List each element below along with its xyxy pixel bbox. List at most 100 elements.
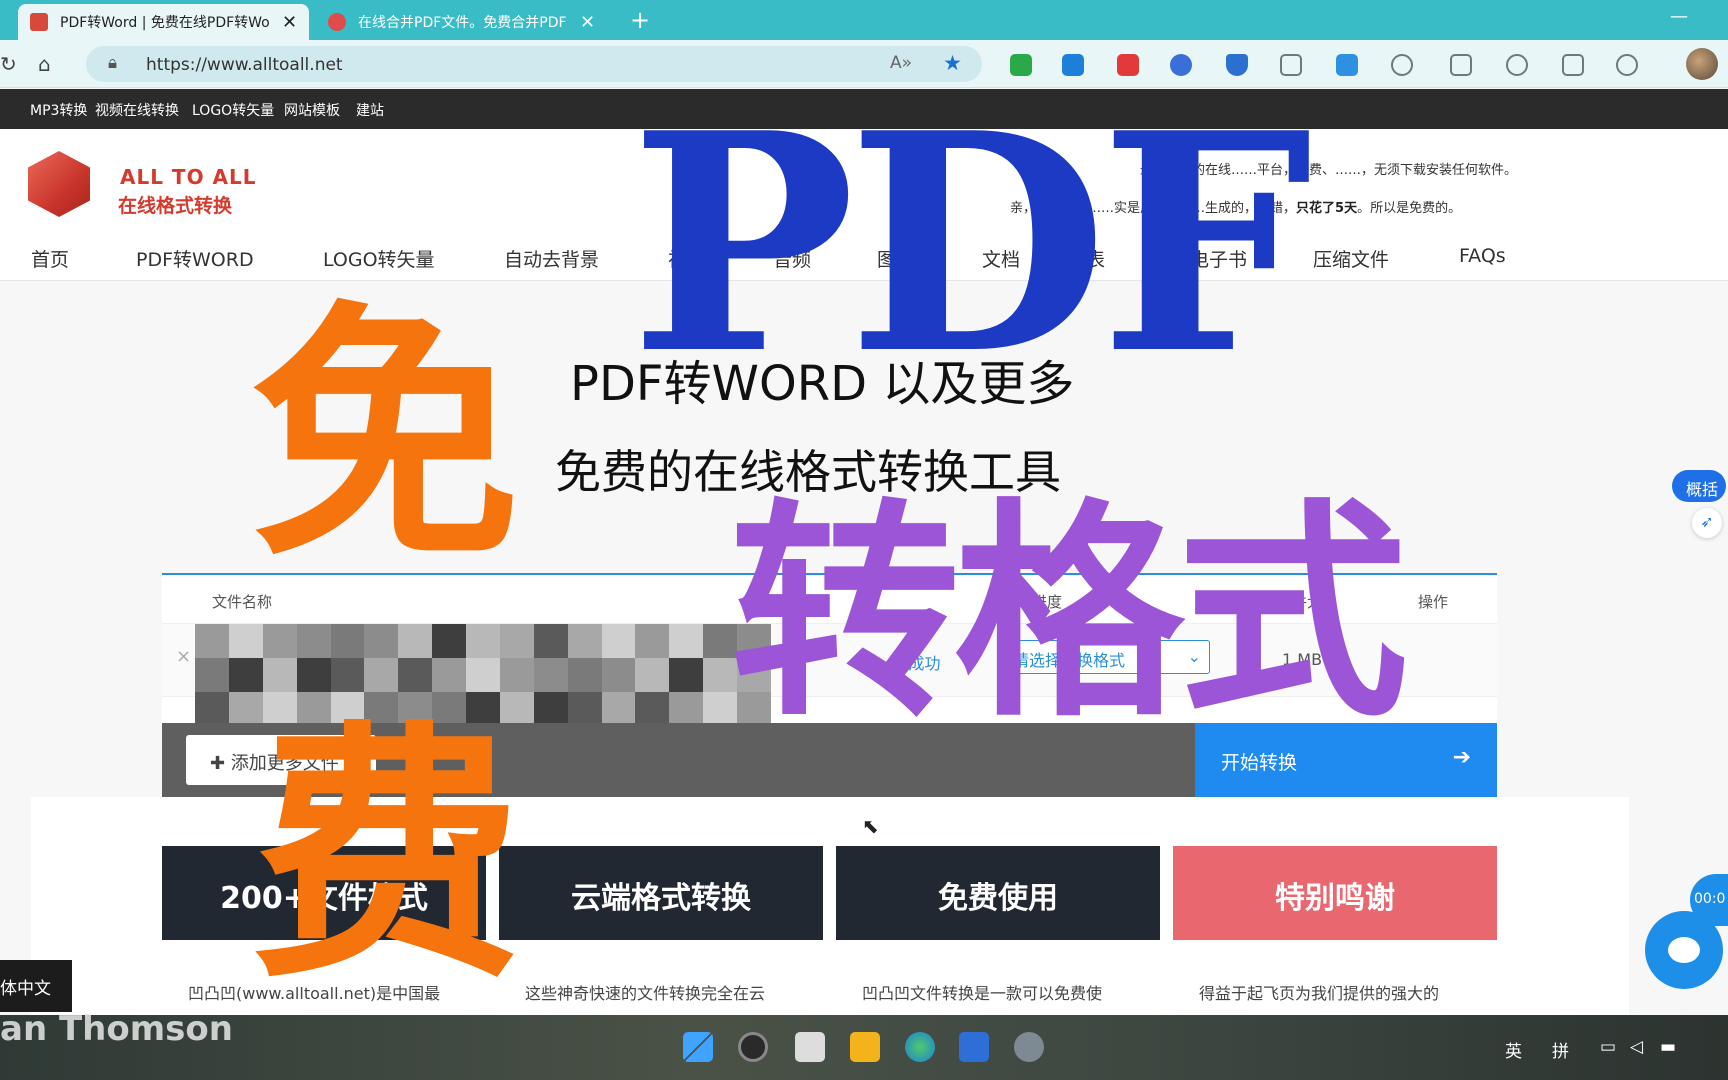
mosaic-cell	[228, 624, 263, 658]
close-tab-icon[interactable]: ✕	[580, 12, 595, 33]
nav-pdf-to-word[interactable]: PDF转WORD	[136, 245, 254, 272]
mosaic-cell	[533, 624, 568, 658]
mosaic-cell	[432, 624, 467, 658]
favorites-icon[interactable]	[1506, 54, 1528, 76]
network-icon[interactable]: ▭	[1600, 1037, 1616, 1057]
mosaic-cell	[635, 692, 670, 726]
logo-cube-icon[interactable]	[28, 151, 90, 217]
link-video[interactable]: 视频在线转换	[95, 100, 179, 120]
refresh-icon[interactable]: ↻	[0, 52, 17, 76]
file-explorer-icon[interactable]	[850, 1032, 880, 1062]
summary-button[interactable]: 概括	[1672, 470, 1726, 502]
card-title: 云端格式转换	[499, 846, 823, 940]
mosaic-cell	[364, 624, 399, 658]
chat-bubble-icon	[1668, 937, 1700, 963]
nav-remove-bg[interactable]: 自动去背景	[504, 245, 599, 272]
mosaic-cell	[499, 658, 534, 692]
mosaic-cell	[601, 624, 636, 658]
mosaic-cell	[398, 624, 433, 658]
mosaic-cell	[296, 658, 331, 692]
battery-icon[interactable]: ▬	[1660, 1037, 1676, 1057]
mosaic-cell	[567, 624, 602, 658]
mosaic-cell	[262, 624, 297, 658]
pdf-favicon-icon	[30, 13, 48, 31]
tab-merge-pdf[interactable]: 在线合并PDF文件。免费合并PDF ✕	[316, 4, 607, 40]
profile-avatar[interactable]	[1686, 48, 1718, 80]
mosaic-cell	[330, 624, 365, 658]
heart-pulse-icon[interactable]	[1616, 54, 1638, 76]
mosaic-cell	[669, 692, 704, 726]
mosaic-cell	[195, 692, 229, 726]
image-icon[interactable]	[1336, 54, 1358, 76]
puzzle-icon[interactable]	[1391, 54, 1413, 76]
arrow-right-icon: ➔	[1452, 745, 1471, 770]
tab-title: PDF转Word | 免费在线PDF转Word	[60, 15, 270, 31]
card-body: 得益于起飞页为我们提供的强大的	[1199, 984, 1440, 1003]
mosaic-cell	[364, 658, 399, 692]
collections-icon[interactable]	[1562, 54, 1584, 76]
nav-archive[interactable]: 压缩文件	[1313, 245, 1389, 272]
minimize-button[interactable]: —	[1670, 6, 1688, 27]
mosaic-cell	[601, 692, 636, 726]
link-build-site[interactable]: 建站	[356, 100, 384, 120]
mosaic-cell	[601, 658, 636, 692]
feature-card-thanks: 特别鸣谢 得益于起飞页为我们提供的强大的	[1173, 846, 1497, 1016]
task-view-icon[interactable]	[795, 1032, 825, 1062]
mosaic-cell	[466, 658, 500, 692]
home-icon[interactable]: ⌂	[38, 52, 51, 76]
taskbar: an Thomson 英 拼 ▭ ◁ ▬	[0, 1009, 1728, 1080]
search-icon[interactable]	[738, 1032, 768, 1062]
mosaic-cell	[398, 658, 433, 692]
mosaic-cell	[669, 624, 704, 658]
rocket-icon[interactable]: ➶	[1692, 508, 1722, 538]
volume-icon[interactable]: ◁	[1630, 1037, 1643, 1057]
mosaic-cell	[330, 658, 365, 692]
mosaic-cell	[195, 624, 229, 658]
card-body: 凹凸凹文件转换是一款可以免费使	[862, 984, 1103, 1003]
overlay-free-char-2: 费	[252, 696, 522, 1014]
logo-text-cn[interactable]: 在线格式转换	[118, 191, 232, 218]
url-text[interactable]: https://www.alltoall.net	[146, 55, 343, 75]
mosaic-cell	[533, 658, 568, 692]
store-icon[interactable]	[959, 1032, 989, 1062]
remove-file-icon[interactable]: ×	[176, 646, 191, 667]
mosaic-cell	[296, 624, 331, 658]
feature-card-free: 免费使用 凹凸凹文件转换是一款可以免费使	[836, 846, 1160, 1016]
mosaic-cell	[432, 658, 467, 692]
edge-icon[interactable]	[905, 1032, 935, 1062]
overlay-free-char-1: 免	[250, 276, 520, 594]
new-tab-button[interactable]: +	[630, 6, 650, 34]
col-file-name: 文件名称	[212, 593, 273, 611]
mosaic-cell	[228, 658, 263, 692]
chat-button[interactable]	[1645, 911, 1723, 989]
wallpaper-caption: an Thomson	[0, 1009, 233, 1049]
mosaic-cell	[567, 658, 602, 692]
card-body: 这些神奇快速的文件转换完全在云	[525, 984, 766, 1003]
overlay-convert-format-text: 转格式	[730, 478, 1408, 748]
mosaic-cell	[262, 658, 297, 692]
tab-pdf-to-word[interactable]: PDF转Word | 免费在线PDF转Word ✕	[18, 4, 310, 40]
nav-faqs[interactable]: FAQs	[1459, 245, 1506, 267]
link-logo-vector[interactable]: LOGO转矢量	[192, 100, 274, 120]
link-templates[interactable]: 网站模板	[284, 100, 340, 120]
lock-icon[interactable]: 🔒︎	[108, 53, 117, 73]
mosaic-cell	[195, 658, 229, 692]
col-actions: 操作	[1418, 593, 1449, 611]
mouse-cursor-icon: ⬉	[862, 814, 879, 838]
browser-tab-strip: PDF转Word | 免费在线PDF转Word ✕ 在线合并PDF文件。免费合并…	[0, 0, 1728, 40]
logo-text-en[interactable]: ALL TO ALL	[120, 165, 257, 189]
close-tab-icon[interactable]: ✕	[282, 12, 297, 33]
card-title: 免费使用	[836, 846, 1160, 940]
ime-pinyin[interactable]: 拼	[1552, 1037, 1569, 1062]
split-screen-icon[interactable]	[1450, 54, 1472, 76]
link-mp3[interactable]: MP3转换	[30, 100, 87, 120]
settings-gear-icon[interactable]	[1014, 1032, 1044, 1062]
nav-home[interactable]: 首页	[31, 245, 69, 272]
nav-logo-vector[interactable]: LOGO转矢量	[323, 245, 435, 272]
heart-favicon-icon	[328, 13, 346, 31]
mosaic-cell	[567, 692, 602, 726]
ime-english[interactable]: 英	[1505, 1037, 1522, 1062]
feature-card-cloud: 云端格式转换 这些神奇快速的文件转换完全在云	[499, 846, 823, 1016]
language-switch[interactable]: 体中文	[0, 960, 72, 1012]
start-icon[interactable]	[683, 1032, 713, 1062]
